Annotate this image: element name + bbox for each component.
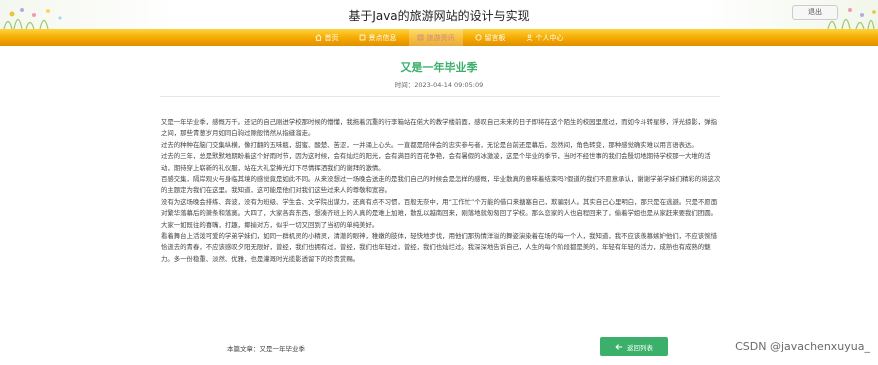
article-paragraph: 百感交集，隔岸观火与身临其境的感觉竟是如此不同。从来没想过一场晚会送走的是我们自… bbox=[161, 175, 721, 195]
article-body: 又是一年毕业季，感慨万千。还记的自己刚进学校那时候的懵懂，我拖着沉重的行李箱站在… bbox=[161, 117, 721, 265]
article-timestamp: 时间：2023-04-14 09:05:09 bbox=[394, 81, 484, 89]
back-button-label: 返回列表 bbox=[627, 343, 653, 352]
article-title: 又是一年毕业季 bbox=[400, 61, 478, 74]
nav-item-message-board[interactable]: 留言板 bbox=[467, 29, 514, 46]
this-article-label: 本篇文章：又是一年毕业季 bbox=[227, 345, 305, 353]
user-icon bbox=[526, 34, 532, 41]
main-nav: 首页 景点信息 旅游资讯 留言板 个人中心 bbox=[0, 29, 878, 46]
message-icon bbox=[474, 34, 482, 41]
nav-item-label: 旅游资讯 bbox=[426, 33, 455, 42]
article-paragraph: 看着舞台上活泼可爱的学弟学妹们，如同一群机灵的小精灵，清澈的眼神，稚嫩的肢体，轻… bbox=[161, 232, 717, 263]
back-to-list-button[interactable]: 返回列表 bbox=[600, 337, 668, 356]
nav-item-label: 留言板 bbox=[484, 33, 506, 42]
article-paragraph: 过去的种种在脑门交集纵横，像打翻的五味瓶，甜蜜、酸楚、苦涩，一并涌上心头。一直都… bbox=[161, 140, 698, 149]
nav-item-attractions[interactable]: 景点信息 bbox=[351, 29, 405, 46]
article-paragraph: 又是一年毕业季，感慨万千。还记的自己刚进学校那时候的懵懂，我拖着沉重的行李箱站在… bbox=[161, 118, 717, 138]
article-paragraph: 过去的三年，总是默默地期盼着这个好雨时节，因为这时候，会有灿烂的阳光，会有满目的… bbox=[161, 152, 711, 172]
nav-item-label: 景点信息 bbox=[368, 33, 397, 42]
location-icon bbox=[359, 34, 365, 41]
article-paragraph: 没有为这场晚会排练、奔波，没有为班级、学生会、文学院出谋力，还真有点不习惯，百般… bbox=[161, 197, 718, 229]
site-title: 基于Java的旅游网站的设计与实现 bbox=[348, 9, 530, 23]
divider bbox=[160, 96, 720, 97]
nav-item-user-center[interactable]: 个人中心 bbox=[518, 29, 572, 46]
nav-item-label: 首页 bbox=[324, 33, 339, 42]
nav-item-label: 个人中心 bbox=[535, 33, 564, 42]
watermark: CSDN @javachenxuyua_ bbox=[735, 340, 870, 353]
nav-item-home[interactable]: 首页 bbox=[307, 29, 347, 46]
nav-item-news[interactable]: 旅游资讯 bbox=[408, 29, 463, 46]
home-icon bbox=[314, 34, 322, 41]
logout-button[interactable]: 退出 bbox=[792, 5, 838, 20]
arrow-left-icon bbox=[615, 343, 623, 350]
news-icon bbox=[417, 34, 423, 41]
site-header: 基于Java的旅游网站的设计与实现 退出 bbox=[0, 0, 878, 29]
